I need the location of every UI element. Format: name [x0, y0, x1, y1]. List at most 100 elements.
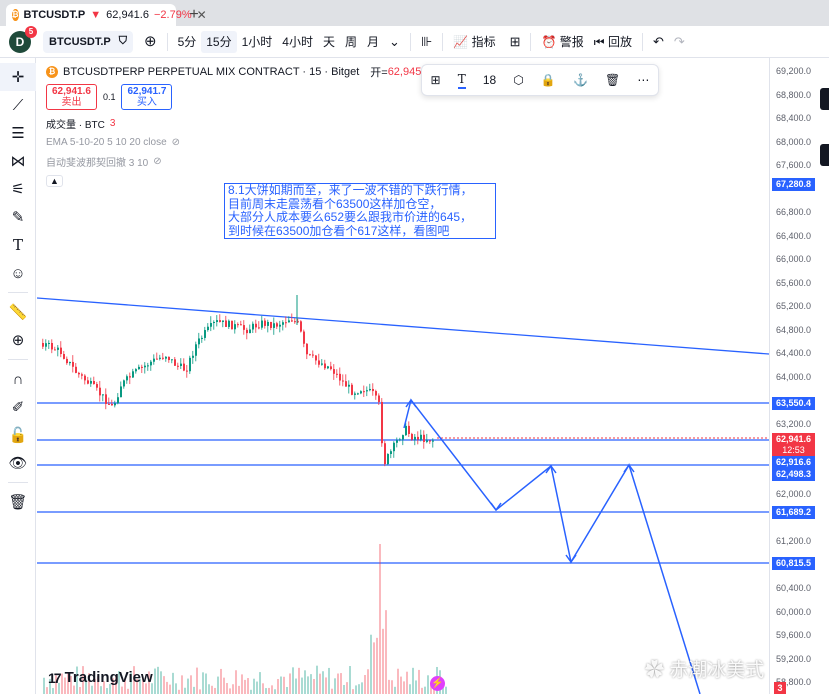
interval-0[interactable]: 5分 [173, 31, 202, 53]
candle-body [138, 366, 140, 370]
candle-body [168, 356, 170, 361]
candle-body [186, 370, 188, 372]
text-color-icon[interactable]: T [457, 72, 466, 89]
templates-icon[interactable]: ⊞ [431, 73, 441, 87]
layouts-icon[interactable]: ⊞ [505, 31, 526, 53]
volume-indicator[interactable]: 成交量 · BTC 3 [46, 116, 431, 131]
volume-bar [313, 678, 315, 694]
interval-4[interactable]: 天 [318, 31, 340, 53]
prediction-icon[interactable]: ⚟ [0, 175, 36, 203]
candle-body [81, 374, 83, 376]
zoom-in-icon[interactable]: ⊕ [0, 326, 36, 354]
interval-2[interactable]: 1小时 [237, 31, 278, 53]
sell-button[interactable]: 62,941.6 卖出 [46, 84, 97, 110]
candle-body [399, 439, 401, 441]
candle-body [381, 401, 383, 444]
divider [8, 359, 28, 360]
replay-button[interactable]: ⏮ 回放 [589, 31, 637, 53]
price-tick: 63,200.0 [776, 418, 812, 429]
interval-5[interactable]: 周 [340, 31, 362, 53]
trendline-icon[interactable]: ⟋ [0, 91, 36, 119]
volume-bar [214, 687, 216, 694]
volume-bar [340, 673, 342, 694]
hidden-eye-icon[interactable]: ⊘ [172, 137, 180, 148]
volume-bar [412, 667, 414, 694]
ema-label: EMA 5-10-20 5 10 20 close [46, 137, 167, 148]
volume-bar [190, 675, 192, 694]
side-pin-handle[interactable] [820, 88, 829, 110]
lightning-icon[interactable]: ⚡ [430, 676, 445, 691]
candle-body [306, 343, 308, 355]
browser-tab[interactable]: ₿ BTCUSDT.P ▼ 62,941.6 −2.79% ✕ [6, 4, 207, 26]
candle-body [189, 357, 191, 372]
hidden-eye-icon[interactable]: ⊘ [153, 156, 161, 167]
anchor-icon[interactable]: ⚓ [573, 73, 588, 87]
candle-body [420, 434, 422, 440]
price-tick: 64,000.0 [776, 371, 812, 382]
magnet-icon[interactable]: ∩ [0, 365, 36, 393]
chevron-down-icon[interactable]: ⌄ [384, 31, 405, 53]
volume-bar [355, 685, 357, 694]
candle-body [63, 354, 65, 359]
candle-body [255, 323, 257, 328]
candle-body [312, 354, 314, 356]
chevron-up-icon[interactable]: ▲ [46, 175, 63, 187]
candles-icon[interactable]: ⊪ [416, 31, 437, 53]
interval-3[interactable]: 4小时 [277, 31, 318, 53]
price-label-62498: 62,498.3 [772, 468, 815, 481]
brush-icon[interactable]: ✎ [0, 203, 36, 231]
pattern-icon[interactable]: ⋈ [0, 147, 36, 175]
ruler-icon[interactable]: 📏 [0, 298, 36, 326]
font-size[interactable]: 18 [483, 73, 496, 87]
candle-body [51, 342, 53, 350]
emoji-icon[interactable]: ☺ [0, 259, 36, 287]
candle-body [261, 320, 263, 328]
lock-icon[interactable]: 🔒 [541, 73, 556, 87]
price-tick: 66,000.0 [776, 254, 812, 264]
eye-icon[interactable]: 👁 [0, 449, 36, 477]
volume-bar [286, 686, 288, 694]
avatar[interactable]: D 5 [9, 25, 37, 53]
candle-body [111, 403, 113, 406]
candle-body [318, 360, 320, 365]
interval-1[interactable]: 15分 [201, 30, 237, 53]
buy-button[interactable]: 62,941.7 买入 [121, 84, 173, 110]
candle-body [351, 384, 353, 395]
trash-icon[interactable]: 🗑 [0, 488, 36, 516]
undo-icon[interactable]: ↶ [648, 31, 669, 53]
indicators-button[interactable]: 📈 指标 [448, 31, 500, 53]
candle-body [45, 343, 47, 347]
volume-bar [445, 686, 447, 694]
candle-body [429, 440, 431, 442]
ema-indicator[interactable]: EMA 5-10-20 5 10 20 close ⊘ [46, 137, 431, 148]
candle-body [78, 372, 80, 375]
fib-indicator[interactable]: 自动斐波那契回撤 3 10 ⊘ [46, 154, 431, 169]
trash-icon[interactable]: 🗑 [605, 73, 620, 87]
candle-body [66, 358, 68, 364]
volume-bar [379, 544, 381, 694]
volume-bar [292, 667, 294, 694]
more-icon[interactable]: ⋯ [637, 73, 649, 87]
price-tick: 67,600.0 [776, 160, 812, 170]
fib-retracement-icon[interactable]: ☰ [0, 119, 36, 147]
settings-icon[interactable]: ⬡ [513, 73, 523, 87]
candle-body [69, 361, 71, 364]
symbol-search-button[interactable]: BTCUSDT.P ⛉ [43, 30, 133, 53]
redo-icon[interactable]: ↷ [669, 31, 690, 53]
alert-button[interactable]: ⏰ 警报 [536, 31, 588, 53]
add-symbol-icon[interactable]: ⊕ [139, 31, 162, 53]
candle-body [390, 451, 392, 454]
candle-body [237, 324, 239, 326]
new-tab-button[interactable]: + [182, 4, 206, 26]
crosshair-icon[interactable]: ✛ [0, 63, 36, 91]
lock-icon[interactable]: 🔓 [0, 421, 36, 449]
annotation-text-box[interactable]: 8.1大饼如期而至，来了一波不错的下跌行情， 目前周末走震荡看个63500这样加… [224, 183, 496, 239]
volume-bar [46, 687, 48, 694]
side-pin-handle[interactable] [820, 144, 829, 166]
text-icon[interactable]: T [0, 231, 36, 259]
spread: 0.1 [102, 92, 116, 102]
lock-drawing-icon[interactable]: ✐ [0, 393, 36, 421]
volume-bar [52, 688, 54, 694]
interval-6[interactable]: 月 [362, 31, 384, 53]
candle-body [285, 322, 287, 324]
